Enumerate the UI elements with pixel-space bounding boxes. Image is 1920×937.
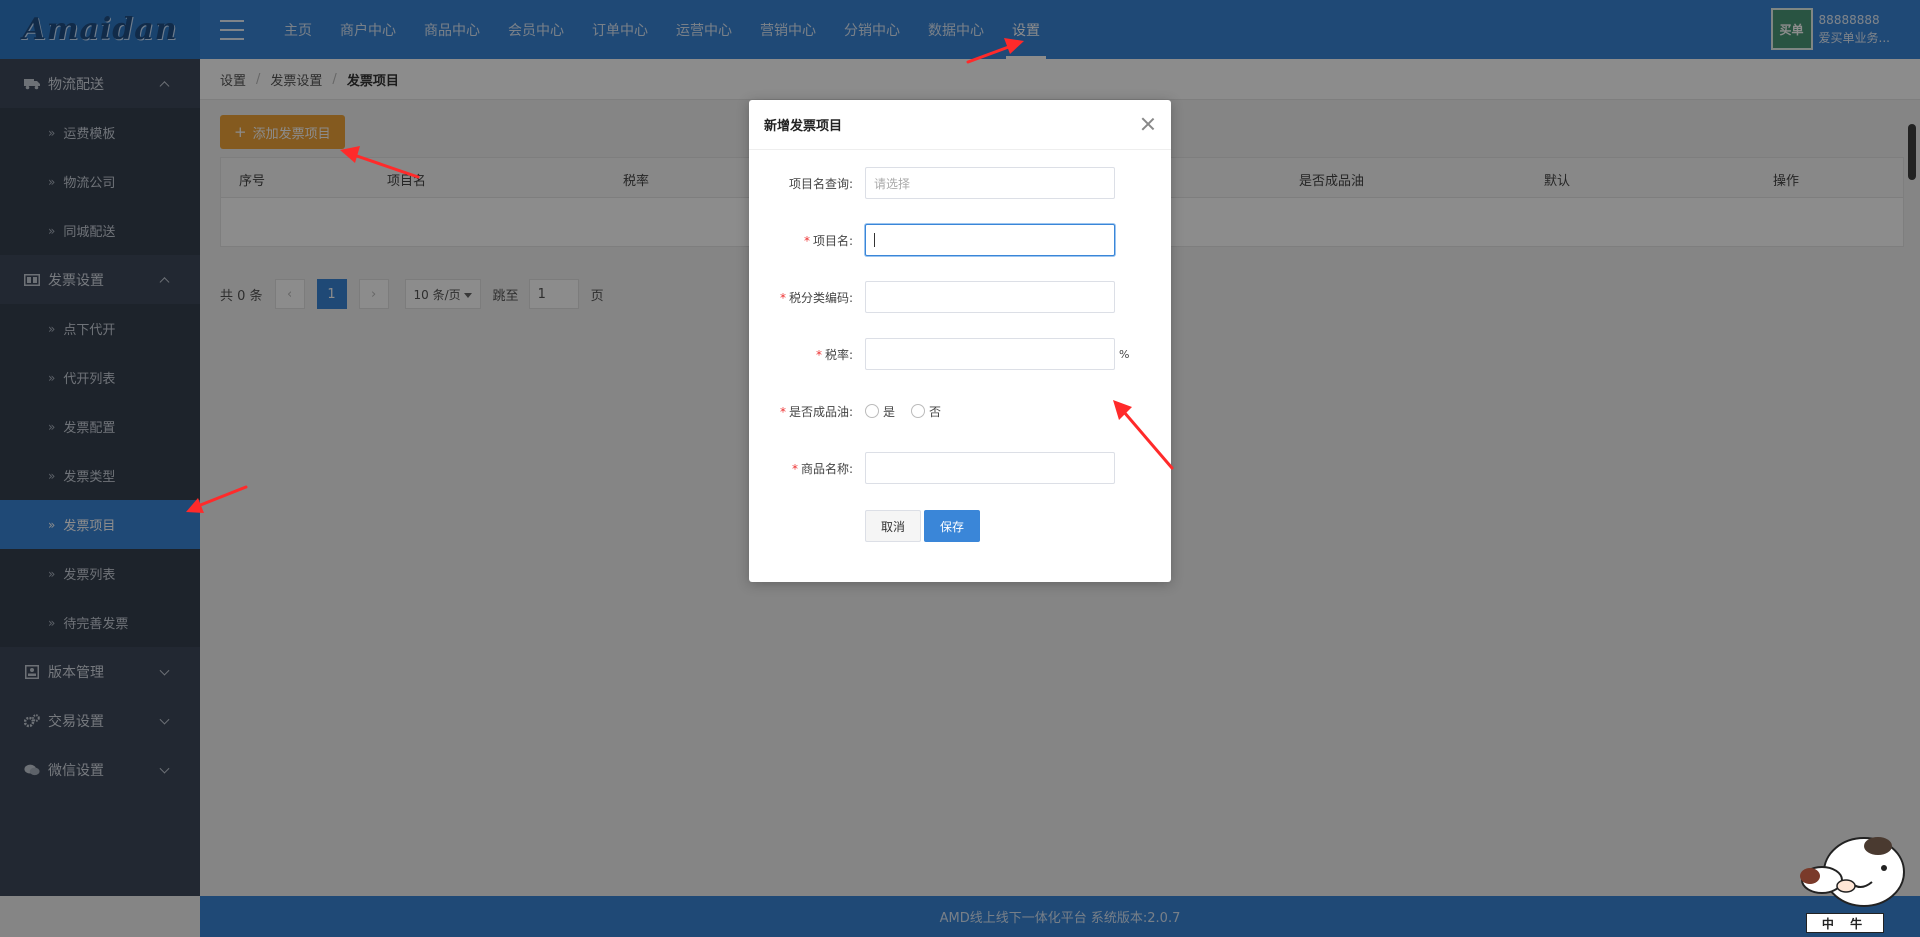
text-cursor [874, 233, 875, 247]
tax-rate-label: 税率: [824, 347, 853, 362]
form-row-query: 项目名查询: 请选择 [749, 167, 1171, 199]
close-icon[interactable] [1141, 117, 1155, 131]
form-row-is-oil: * 是否成品油: 是 否 [749, 395, 1171, 427]
dialog-title: 新增发票项目 [764, 119, 843, 134]
is-oil-label: 是否成品油: [788, 404, 853, 419]
form-row-goods-name: * 商品名称: [749, 452, 1171, 484]
dialog-header: 新增发票项目 [749, 100, 1171, 150]
form-row-name: * 项目名: [749, 224, 1171, 256]
form-row-tax-rate: * 税率: % [749, 338, 1171, 370]
radio-yes[interactable] [865, 404, 879, 418]
radio-no-label[interactable]: 否 [929, 403, 941, 420]
query-label: 项目名查询: [788, 176, 853, 191]
goods-name-input[interactable] [865, 452, 1115, 484]
radio-no[interactable] [911, 404, 926, 418]
radio-yes-label[interactable]: 是 [883, 403, 895, 420]
cancel-button[interactable]: 取消 [865, 510, 921, 542]
add-invoice-project-dialog: 新增发票项目 项目名查询: 请选择 * 项目名: * 税分类编码: * 税率: % *… [749, 100, 1171, 582]
goods-name-label: 商品名称: [800, 461, 853, 476]
percent-unit: % [1119, 347, 1130, 361]
tax-rate-input[interactable] [865, 338, 1115, 370]
mascot-label: 中 牛 [1806, 913, 1884, 933]
tax-code-label: 税分类编码: [788, 290, 853, 305]
tax-code-input[interactable] [865, 281, 1115, 313]
project-query-select[interactable]: 请选择 [865, 167, 1115, 199]
form-row-tax-code: * 税分类编码: [749, 281, 1171, 313]
name-label: 项目名: [812, 233, 853, 248]
save-button[interactable]: 保存 [924, 510, 980, 542]
scrollbar[interactable] [1908, 124, 1916, 180]
is-oil-radio-group: 是 否 [865, 403, 957, 420]
project-name-input[interactable] [865, 224, 1115, 256]
